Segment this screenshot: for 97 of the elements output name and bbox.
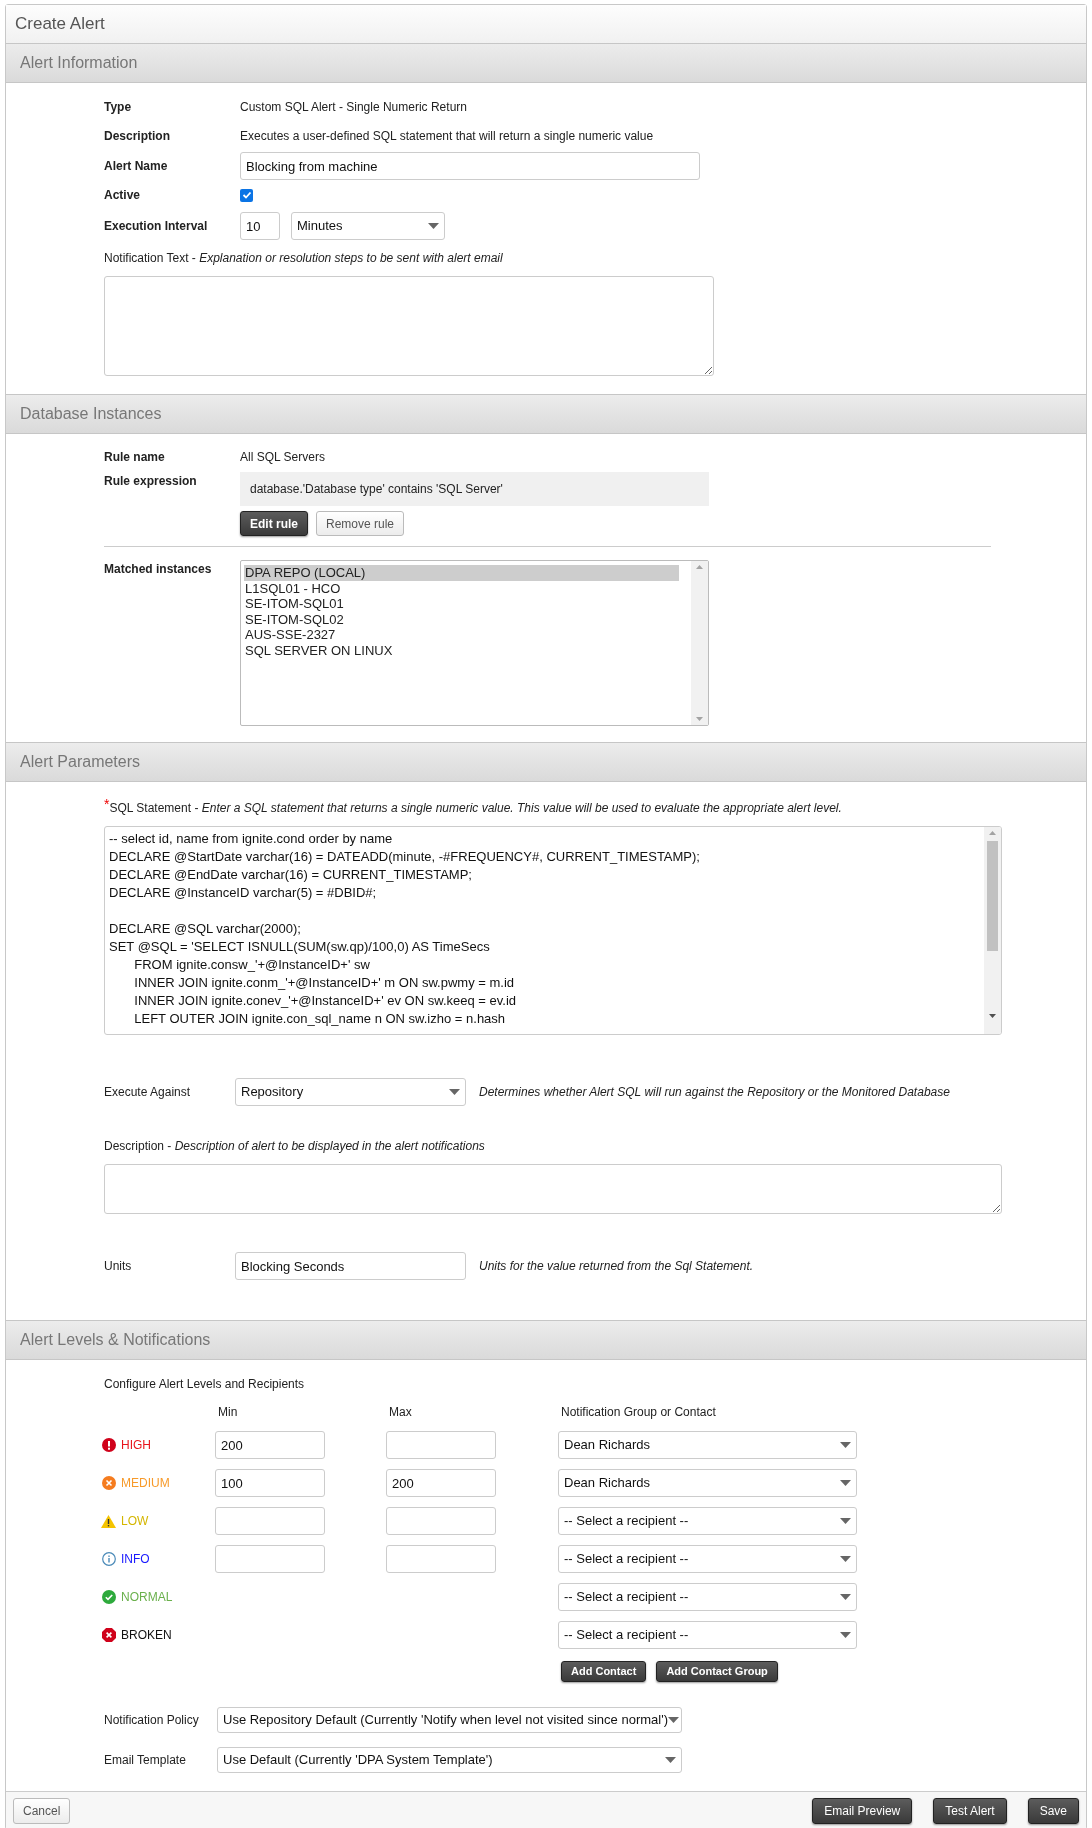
scroll-down-arrow-icon[interactable] [989, 1014, 996, 1018]
dropdown-caret-icon [840, 1518, 851, 1524]
button[interactable]: Test Alert [933, 1797, 1007, 1824]
section-title: Alert Information [20, 53, 138, 73]
dropdown-caret-icon [840, 1556, 851, 1562]
section-title: Alert Parameters [20, 752, 141, 772]
interval-field[interactable]: 10 [240, 212, 280, 240]
section-title: Database Instances [20, 404, 162, 424]
level-label: MEDIUM [121, 1475, 170, 1492]
field-label: Type [104, 99, 133, 116]
recipient-dropdown[interactable]: Dean Richards [558, 1469, 857, 1497]
field-label: Alert Name [104, 158, 169, 175]
min-field[interactable]: 200 [215, 1431, 325, 1459]
button[interactable]: Edit rule [240, 511, 308, 536]
max-field[interactable]: 200 [386, 1469, 496, 1497]
execute-against-dropdown[interactable]: Repository [235, 1078, 466, 1106]
dropdown-caret-icon [428, 223, 439, 229]
field-label: Execution Interval [104, 218, 209, 235]
info-circle-icon [101, 1552, 116, 1566]
x-octagon-icon [101, 1628, 116, 1642]
required-mark: * [104, 799, 110, 809]
dropdown[interactable]: Use Repository Default (Currently 'Notify when level not visited since normal') [217, 1707, 682, 1733]
dropdown[interactable]: Use Default (Currently 'DPA System Template') [217, 1747, 682, 1773]
min-field[interactable] [215, 1507, 325, 1535]
level-label: NORMAL [121, 1589, 173, 1606]
button[interactable]: Add Contact Group [656, 1661, 778, 1682]
field-label: Execute Against [104, 1084, 192, 1101]
units-field[interactable]: Blocking Seconds [235, 1252, 466, 1280]
exclamation-circle-icon [101, 1438, 116, 1452]
scroll-up-arrow-icon[interactable] [696, 565, 703, 569]
field-note: Determines whether Alert SQL will run against the Repository or the Monitored Database [479, 1084, 950, 1101]
field-label: Matched instances [104, 561, 213, 578]
field-label: Units [104, 1258, 133, 1275]
dropdown-caret-icon [840, 1442, 851, 1448]
field-value: Custom SQL Alert - Single Numeric Return [240, 99, 467, 116]
max-field[interactable] [386, 1431, 496, 1459]
button[interactable]: Save [1027, 1797, 1079, 1824]
notification-text-field[interactable] [104, 276, 714, 376]
dropdown-caret-icon [840, 1480, 851, 1486]
min-field[interactable] [215, 1545, 325, 1573]
max-field[interactable] [386, 1545, 496, 1573]
min-field[interactable]: 100 [215, 1469, 325, 1497]
sql-statement-field[interactable]: -- select id, name from ignite.cond order by name DECLARE @StartDate varchar(16) = DATEADD(minute, -#FREQUENCY#, CURRENT_TIMESTAMP); DECLARE @EndDate varchar(16) = CURRENT_TIMESTAMP; DECLARE @InstanceID varchar(5) = #DBID#; DECLARE @SQL varchar(2000); SET @SQL = 'SELECT ISNULL(SUM(sw.qp)/100,0) AS TimeSecs FROM ignite.consw_'+@InstanceID+' sw INNER JOIN ignite.conm_'+@InstanceID+' m ON sw.pwmy = m.id INNER JOIN ignite.conev_'+@InstanceID+' ev ON sw.keeq = ev.id LEFT OUTER JOIN ignite.con_sql_name n ON sw.izho = n.hash [104, 826, 1002, 1035]
field-label: Description - Description of alert to be displayed in the alert notifications [104, 1138, 486, 1155]
description-field[interactable] [104, 1164, 1002, 1214]
recipient-dropdown[interactable]: -- Select a recipient -- [558, 1507, 857, 1535]
field-value: Executes a user-defined SQL statement that will return a single numeric value [240, 128, 654, 145]
field-note: Units for the value returned from the Sql Statement. [479, 1258, 754, 1275]
page-title: Create Alert [15, 13, 105, 36]
recipient-dropdown[interactable]: -- Select a recipient -- [558, 1583, 857, 1611]
dropdown-caret-icon [449, 1089, 460, 1095]
field-label: Email Template [104, 1752, 187, 1769]
dropdown-caret-icon [840, 1594, 851, 1600]
check-circle-icon [101, 1590, 116, 1604]
warning-triangle-icon [101, 1514, 116, 1528]
field-value: All SQL Servers [240, 449, 325, 466]
recipient-dropdown[interactable]: -- Select a recipient -- [558, 1621, 857, 1649]
scrollbar-thumb[interactable] [987, 841, 998, 951]
instance-option[interactable]: SE-ITOM-SQL02 [244, 611, 679, 627]
scroll-up-arrow-icon[interactable] [989, 831, 996, 835]
rule-expression: database.'Database type' contains 'SQL Server' [240, 472, 709, 506]
recipient-dropdown[interactable]: -- Select a recipient -- [558, 1545, 857, 1573]
section-title: Alert Levels & Notifications [20, 1330, 211, 1350]
field-label: Notification Policy [104, 1712, 200, 1729]
level-label: LOW [121, 1513, 149, 1530]
level-label: INFO [121, 1551, 150, 1568]
field-label: Description [104, 128, 171, 145]
max-field[interactable] [386, 1507, 496, 1535]
interval-unit-dropdown[interactable]: Minutes [291, 212, 445, 240]
instance-option[interactable]: SQL SERVER ON LINUX [244, 642, 679, 658]
instances-listbox[interactable]: DPA REPO (LOCAL) L1SQL01 - HCO SE-ITOM-SQL01 SE-ITOM-SQL02 AUS-SSE-2327 SQL SERVER ON LINUX [240, 560, 709, 726]
button[interactable]: Remove rule [316, 511, 405, 536]
field-label: Rule name [104, 449, 166, 466]
alert-name-field[interactable]: Blocking from machine [240, 152, 700, 180]
level-label: BROKEN [121, 1627, 172, 1644]
button[interactable]: Add Contact [561, 1661, 647, 1682]
field-label: SQL Statement - Enter a SQL statement that returns a single numeric value. This value will be used to evaluate the appropriate alert level. [109, 801, 842, 817]
instance-option[interactable]: AUS-SSE-2327 [244, 627, 679, 643]
dropdown-caret-icon [840, 1632, 851, 1638]
button[interactable]: Email Preview [812, 1797, 913, 1824]
active-checkbox[interactable] [240, 188, 253, 202]
column-header: Min [218, 1404, 239, 1421]
column-header: Notification Group or Contact [561, 1404, 716, 1421]
dropdown-caret-icon [668, 1717, 679, 1723]
field-label: Active [104, 187, 142, 204]
section-subtitle: Configure Alert Levels and Recipients [104, 1376, 306, 1393]
recipient-dropdown[interactable]: Dean Richards [558, 1431, 857, 1459]
instance-option[interactable]: L1SQL01 - HCO [244, 580, 679, 596]
dropdown-caret-icon [665, 1757, 676, 1763]
column-header: Max [389, 1404, 413, 1421]
instance-option[interactable]: DPA REPO (LOCAL) [244, 565, 679, 581]
field-label: Notification Text - Explanation or resolution steps to be sent with alert email [104, 250, 504, 267]
button[interactable]: Cancel [13, 1797, 71, 1824]
x-circle-icon [101, 1476, 116, 1490]
field-label: Rule expression [104, 473, 198, 490]
instance-option[interactable]: SE-ITOM-SQL01 [244, 596, 679, 612]
level-label: HIGH [121, 1437, 151, 1454]
